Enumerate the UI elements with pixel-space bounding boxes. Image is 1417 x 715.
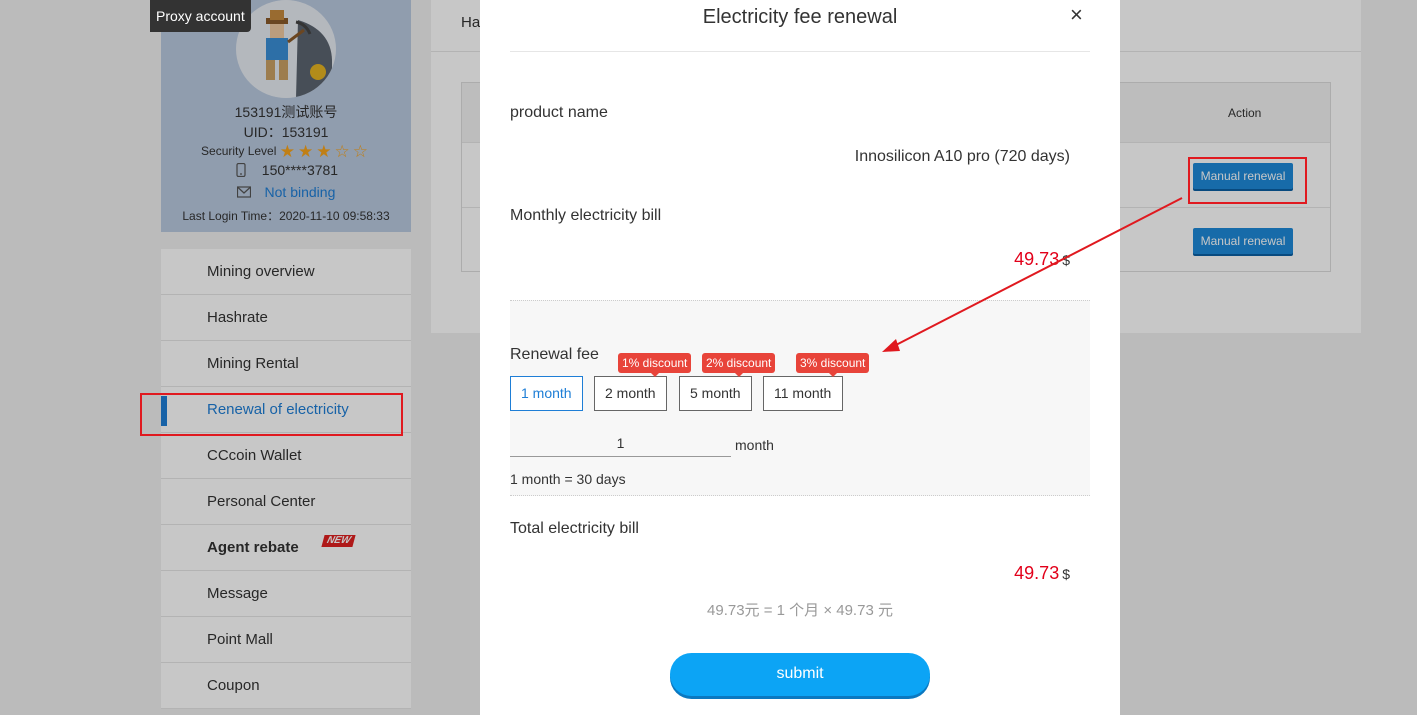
proxy-account-badge: Proxy account bbox=[150, 0, 251, 32]
annotation-arrow-icon bbox=[882, 197, 1183, 352]
